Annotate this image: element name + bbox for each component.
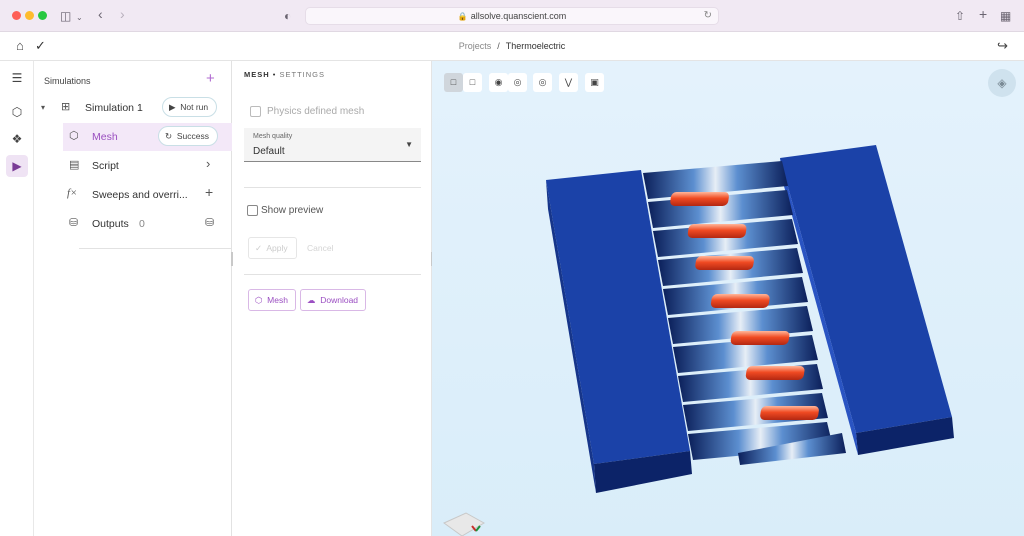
status-badge[interactable]: ↻ Success xyxy=(158,126,218,146)
tree-item-script[interactable]: ▤ Script › xyxy=(34,152,232,180)
database-icon: ⛁ xyxy=(69,217,79,229)
cancel-button[interactable]: Cancel xyxy=(307,243,333,253)
menu-icon[interactable]: ☰ xyxy=(6,67,28,89)
tabs-icon[interactable]: ▦ xyxy=(1000,8,1011,24)
apply-button[interactable]: ✓ Apply xyxy=(248,237,297,259)
mesh-button[interactable]: ⬡ Mesh xyxy=(248,289,296,311)
tree-divider xyxy=(79,248,232,249)
thermoelectric-model xyxy=(443,145,954,536)
show-preview-label: Show preview xyxy=(261,205,324,216)
tree-item-mesh[interactable]: ⬡ Mesh ↻ Success xyxy=(63,123,232,151)
chevron-down-icon[interactable]: ⌄ xyxy=(76,10,83,26)
add-output-icon[interactable]: ⛁ xyxy=(205,216,214,229)
sidebar-icon[interactable]: ◫ xyxy=(60,8,71,24)
tree-header: Simulations xyxy=(44,76,91,86)
mesh-quality-value: Default xyxy=(253,146,285,157)
script-icon: ▤ xyxy=(69,159,80,171)
left-rail: ☰ ⬡ ❖ ▶ xyxy=(0,61,34,536)
panel-title-sub: SETTINGS xyxy=(279,70,326,79)
run-status: Not run xyxy=(180,102,209,112)
tree-item-outputs[interactable]: ⛁ Outputs 0 ⛁ xyxy=(34,210,232,238)
browser-toolbar: ◫ ⌄ ‹ › ◐ 🔒 allsolve.quanscient.com ↻ ⇧ +… xyxy=(0,0,1024,32)
tree-item-label: Script xyxy=(92,160,119,172)
mesh-button-label: Mesh xyxy=(267,295,288,305)
simulation-label: Simulation 1 xyxy=(85,102,143,114)
tree-item-label: Outputs xyxy=(92,218,129,230)
apply-label: Apply xyxy=(266,243,288,253)
chevron-right-icon[interactable]: › xyxy=(206,156,210,171)
new-tab-icon[interactable]: + xyxy=(979,6,987,22)
divider xyxy=(244,187,421,188)
share-icon[interactable]: ⇧ xyxy=(955,8,965,24)
simulation-icon[interactable]: ▶ xyxy=(6,155,28,177)
lock-icon: 🔒 xyxy=(457,12,468,21)
cube-icon: ⬡ xyxy=(69,130,79,142)
close-window-button[interactable] xyxy=(12,11,21,20)
minimize-window-button[interactable] xyxy=(25,11,34,20)
forward-icon[interactable]: › xyxy=(120,6,125,22)
status-text: Success xyxy=(176,131,209,141)
mesh-quality-label: Mesh quality xyxy=(253,133,293,140)
exit-icon[interactable]: ↪ xyxy=(997,38,1008,54)
app-header: ⌂ ✓ Projects / Thermoelectric ↪ xyxy=(0,32,1024,61)
physics-icon[interactable]: ❖ xyxy=(6,128,28,150)
physics-defined-mesh-label: Physics defined mesh xyxy=(267,106,365,117)
breadcrumb-current: Thermoelectric xyxy=(505,41,566,51)
outputs-count: 0 xyxy=(139,218,145,230)
address-bar[interactable]: 🔒 allsolve.quanscient.com ↻ xyxy=(305,7,719,25)
shield-icon[interactable]: ◐ xyxy=(284,8,291,24)
url-text: allsolve.quanscient.com xyxy=(470,11,567,21)
mesh-settings-panel: MESH • SETTINGS Physics defined mesh Mes… xyxy=(232,61,432,536)
breadcrumb-separator: / xyxy=(497,41,500,51)
mesh-quality-select[interactable]: Mesh quality Default ▼ xyxy=(244,128,421,162)
show-preview-checkbox[interactable] xyxy=(247,205,258,216)
panel-title: MESH • SETTINGS xyxy=(244,70,325,79)
panel-title-dot: • xyxy=(272,70,277,79)
download-button[interactable]: ☁ Download xyxy=(300,289,366,311)
maximize-window-button[interactable] xyxy=(38,11,47,20)
reload-icon[interactable]: ↻ xyxy=(704,8,712,24)
resize-handle-left[interactable] xyxy=(231,252,233,266)
geometry-icon[interactable]: ⬡ xyxy=(6,101,28,123)
tree-item-sweeps[interactable]: f× Sweeps and overri... + xyxy=(34,181,232,209)
dropdown-arrow-icon: ▼ xyxy=(405,140,413,149)
simulation-box-icon: ⊞ xyxy=(61,101,71,113)
breadcrumb-projects[interactable]: Projects xyxy=(459,41,492,51)
function-icon: f× xyxy=(67,187,78,199)
breadcrumb: Projects / Thermoelectric xyxy=(0,41,1024,51)
back-icon[interactable]: ‹ xyxy=(98,6,103,22)
run-button[interactable]: ▶ Not run xyxy=(162,97,218,117)
simulation-tree: Simulations + ▾ ⊞ Simulation 1 ▶ Not run… xyxy=(34,61,232,536)
tree-item-label: Mesh xyxy=(92,131,118,143)
chevron-down-icon[interactable]: ▾ xyxy=(41,103,45,112)
download-button-label: Download xyxy=(320,295,359,305)
simulation-row[interactable]: ▾ ⊞ Simulation 1 ▶ Not run xyxy=(34,94,232,122)
add-simulation-button[interactable]: + xyxy=(206,70,215,87)
plus-icon[interactable]: + xyxy=(205,184,213,200)
orientation-cube[interactable] xyxy=(443,512,486,536)
3d-viewport[interactable]: □ □ ◉ ◎ ◎ ⋁ ▣ ◈ xyxy=(432,61,1024,536)
physics-defined-mesh-checkbox[interactable] xyxy=(250,106,261,117)
divider xyxy=(244,274,421,275)
tree-item-label: Sweeps and overri... xyxy=(92,189,188,201)
panel-title-main: MESH xyxy=(244,70,270,79)
